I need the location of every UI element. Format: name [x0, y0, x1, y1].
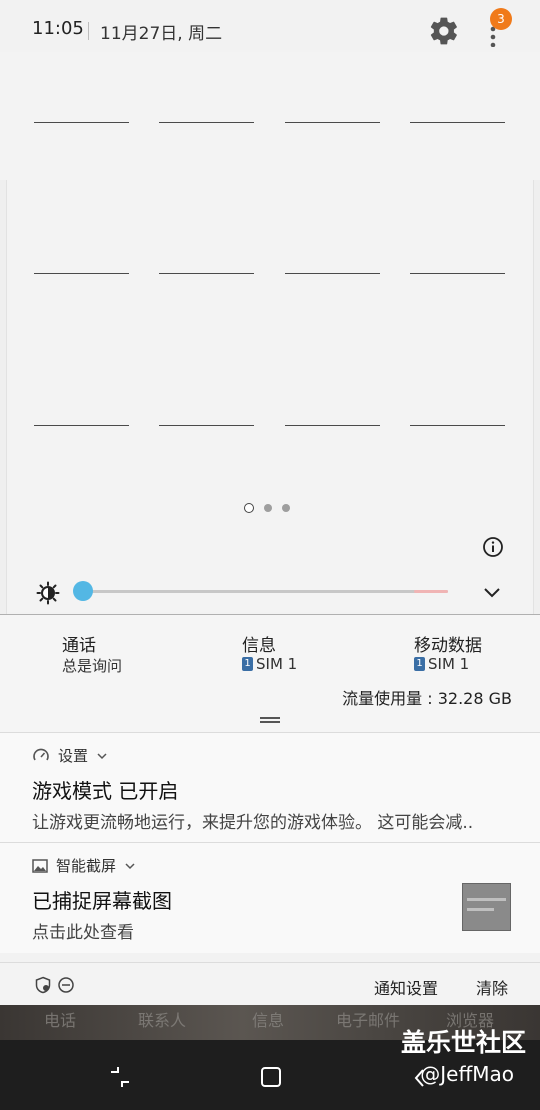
notification-title: 游戏模式 已开启: [32, 779, 179, 803]
app-label: 电话: [44, 1011, 77, 1030]
brightness-slider-thumb[interactable]: [73, 581, 93, 601]
page-dot: [264, 504, 272, 512]
watermark-author: @JeffMao: [420, 1062, 514, 1086]
panel-drag-handle[interactable]: [260, 717, 280, 723]
gear-icon: [430, 17, 457, 45]
expand-brightness-button[interactable]: [481, 582, 503, 604]
quick-settings-panel: [0, 52, 540, 666]
call-title[interactable]: 通话: [62, 631, 96, 656]
clock: 11:05: [32, 18, 84, 39]
tile-placeholder[interactable]: [285, 425, 380, 426]
tile-placeholder[interactable]: [34, 425, 129, 426]
notification-card[interactable]: 设置 游戏模式 已开启 让游戏更流畅地运行，来提升您的游戏体验。 这可能会减..: [0, 732, 540, 843]
tile-placeholder[interactable]: [159, 122, 254, 123]
notification-app-header[interactable]: 设置: [32, 745, 108, 766]
home-icon[interactable]: [259, 1065, 283, 1089]
call-sub[interactable]: 总是询问: [62, 655, 122, 676]
shield-icon[interactable]: [34, 976, 52, 994]
screenshot-thumbnail[interactable]: [462, 883, 511, 931]
notification-actions-bar: 通知设置 清除: [0, 962, 540, 1007]
speedometer-icon: [33, 748, 49, 760]
do-not-disturb-icon[interactable]: [57, 976, 75, 994]
notification-badge: 3: [490, 8, 512, 30]
image-icon: [32, 858, 48, 873]
notification-title: 已捕捉屏幕截图: [32, 889, 172, 913]
tile-placeholder[interactable]: [34, 273, 129, 274]
chevron-down-icon: [125, 862, 135, 869]
chevron-down-icon: [484, 588, 500, 598]
notification-app-header[interactable]: 智能截屏: [32, 855, 136, 876]
info-button[interactable]: [482, 536, 504, 558]
page-dot-active: [244, 503, 254, 513]
tile-placeholder[interactable]: [285, 122, 380, 123]
sim-icon: 1: [242, 657, 253, 671]
data-usage-text[interactable]: 流量使用量 : 32.28 GB: [342, 685, 512, 709]
brightness-slider-track[interactable]: [83, 590, 448, 593]
notification-app-name: 智能截屏: [56, 857, 117, 875]
page-indicator: [244, 503, 290, 513]
tile-placeholder[interactable]: [410, 122, 505, 123]
clear-all-button[interactable]: 清除: [476, 975, 508, 999]
app-label: 联系人: [138, 1011, 187, 1030]
chevron-down-icon: [97, 752, 107, 759]
info-icon: [483, 537, 503, 557]
mobile-data-title[interactable]: 移动数据: [414, 631, 482, 656]
notification-settings-button[interactable]: 通知设置: [374, 975, 438, 999]
date: 11月27日, 周二: [100, 24, 223, 44]
divider: [88, 22, 89, 40]
tile-placeholder[interactable]: [159, 425, 254, 426]
tile-placeholder[interactable]: [34, 122, 129, 123]
recents-icon[interactable]: [108, 1064, 132, 1090]
tile-placeholder[interactable]: [285, 273, 380, 274]
app-label: 电子邮件: [336, 1011, 401, 1030]
message-sim[interactable]: 1 SIM 1: [242, 655, 297, 673]
notification-card[interactable]: 智能截屏 已捕捉屏幕截图 点击此处查看: [0, 842, 540, 953]
sim-icon: 1: [414, 657, 425, 671]
sim-shortcuts-panel: 通话 总是询问 信息 1 SIM 1 移动数据 1 SIM 1: [0, 614, 540, 733]
notification-app-name: 设置: [58, 747, 89, 765]
watermark-title: 盖乐世社区: [400, 1028, 526, 1057]
mobile-data-sim[interactable]: 1 SIM 1: [414, 655, 469, 673]
brightness-icon[interactable]: [36, 581, 60, 605]
message-title[interactable]: 信息: [242, 631, 276, 656]
tile-placeholder[interactable]: [410, 273, 505, 274]
settings-button[interactable]: [428, 15, 460, 47]
tile-placeholder[interactable]: [410, 425, 505, 426]
notification-body: 点击此处查看: [32, 923, 134, 943]
app-label: 信息: [252, 1011, 285, 1030]
tile-placeholder[interactable]: [159, 273, 254, 274]
page-dot: [282, 504, 290, 512]
notification-body: 让游戏更流畅地运行，来提升您的游戏体验。 这可能会减..: [32, 813, 474, 833]
